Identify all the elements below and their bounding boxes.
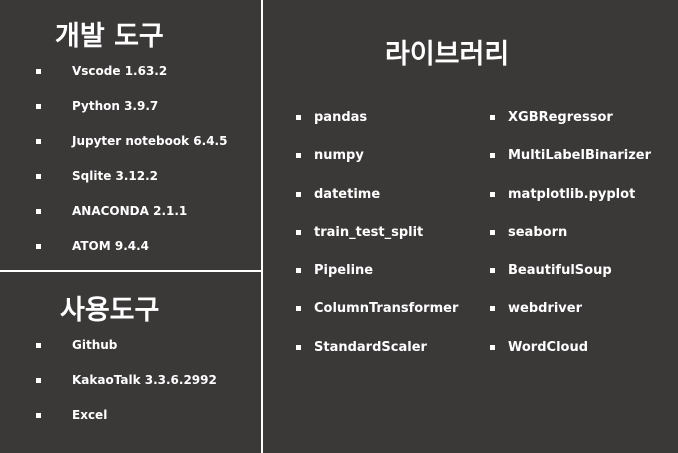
bullet-icon (36, 139, 41, 144)
list-item-label: WordCloud (508, 339, 589, 355)
bullet-icon (36, 69, 41, 74)
bullet-icon (296, 344, 301, 350)
bullet-icon (296, 229, 301, 235)
list-item-label: datetime (314, 186, 381, 202)
libraries-list-col1: pandas numpy datetime train_test_split P… (296, 110, 458, 378)
list-item-label: seaborn (508, 224, 568, 240)
list-item-label: Sqlite 3.12.2 (72, 169, 159, 183)
bullet-icon (36, 174, 41, 179)
list-item-label: XGBRegressor (508, 110, 613, 125)
bullet-icon (490, 191, 495, 197)
list-item: StandardScaler (296, 340, 458, 378)
list-item-label: train_test_split (314, 224, 424, 240)
list-item: WordCloud (490, 340, 651, 378)
list-item: BeautifulSoup (490, 263, 651, 301)
list-item: numpy (296, 148, 458, 186)
list-item-label: MultiLabelBinarizer (508, 148, 652, 164)
list-item: Sqlite 3.12.2 (36, 169, 227, 204)
use-tools-title: 사용도구 (60, 295, 160, 326)
bullet-icon (296, 153, 301, 159)
list-item-label: Pipeline (314, 263, 374, 279)
list-item: seaborn (490, 225, 651, 263)
list-item: matplotlib.pyplot (490, 187, 651, 225)
vertical-divider (261, 0, 263, 453)
dev-tools-list: Vscode 1.63.2 Python 3.9.7 Jupyter noteb… (36, 64, 227, 274)
list-item: KakaoTalk 3.3.6.2992 (36, 373, 217, 408)
bullet-icon (36, 413, 41, 418)
bullet-icon (490, 153, 495, 159)
list-item-label: ColumnTransformer (314, 301, 459, 317)
list-item: webdriver (490, 301, 651, 339)
bullet-icon (490, 306, 495, 312)
list-item: Excel (36, 408, 217, 443)
bullet-icon (36, 343, 41, 348)
list-item: Python 3.9.7 (36, 99, 227, 134)
list-item: ATOM 9.4.4 (36, 239, 227, 274)
list-item-label: numpy (314, 148, 364, 164)
list-item-label: Github (72, 338, 118, 352)
list-item: datetime (296, 187, 458, 225)
bullet-icon (36, 378, 41, 383)
list-item: XGBRegressor (490, 110, 651, 148)
use-tools-list: Github KakaoTalk 3.3.6.2992 Excel (36, 338, 217, 443)
list-item-label: webdriver (508, 301, 583, 317)
list-item: Github (36, 338, 217, 373)
bullet-icon (36, 104, 41, 109)
list-item: MultiLabelBinarizer (490, 148, 651, 186)
libraries-title: 라이브러리 (385, 39, 510, 70)
list-item-label: KakaoTalk 3.3.6.2992 (72, 373, 217, 387)
dev-tools-title: 개발 도구 (55, 21, 164, 52)
libraries-list-col2: XGBRegressor MultiLabelBinarizer matplot… (490, 110, 651, 378)
list-item-label: pandas (314, 110, 368, 125)
list-item: train_test_split (296, 225, 458, 263)
bullet-icon (296, 191, 301, 197)
list-item: Jupyter notebook 6.4.5 (36, 134, 227, 169)
list-item: Pipeline (296, 263, 458, 301)
list-item-label: Excel (72, 408, 108, 422)
list-item-label: matplotlib.pyplot (508, 186, 636, 202)
list-item: pandas (296, 110, 458, 148)
list-item-label: ANACONDA 2.1.1 (72, 204, 188, 218)
list-item: ColumnTransformer (296, 301, 458, 339)
bullet-icon (490, 268, 495, 274)
list-item: ANACONDA 2.1.1 (36, 204, 227, 239)
bullet-icon (296, 268, 301, 274)
list-item: Vscode 1.63.2 (36, 64, 227, 99)
bullet-icon (490, 344, 495, 350)
list-item-label: StandardScaler (314, 339, 427, 355)
list-item-label: Vscode 1.63.2 (72, 64, 168, 78)
list-item-label: BeautifulSoup (508, 263, 612, 279)
bullet-icon (490, 229, 495, 235)
bullet-icon (296, 306, 301, 312)
bullet-icon (36, 209, 41, 214)
bullet-icon (490, 115, 495, 120)
list-item-label: Python 3.9.7 (72, 99, 159, 113)
bullet-icon (36, 244, 41, 249)
list-item-label: ATOM 9.4.4 (72, 239, 150, 253)
list-item-label: Jupyter notebook 6.4.5 (72, 134, 228, 148)
bullet-icon (296, 115, 301, 120)
